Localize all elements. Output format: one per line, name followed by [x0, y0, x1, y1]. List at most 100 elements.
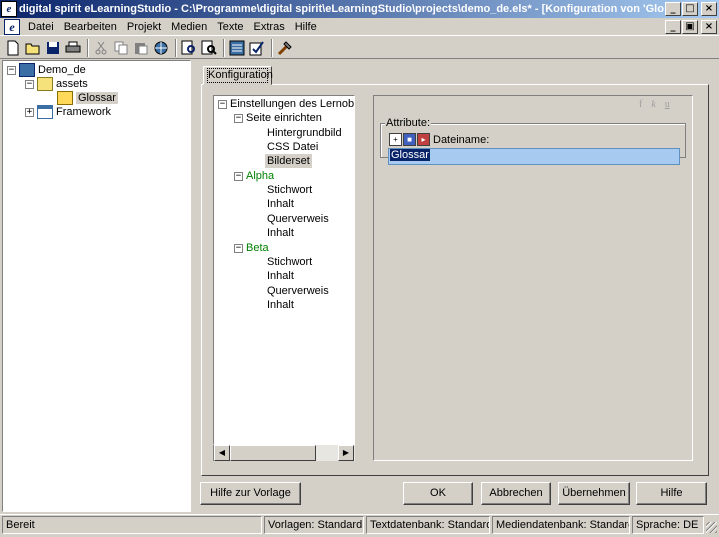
globe-icon[interactable]	[152, 39, 170, 57]
dateiname-field[interactable]: Glossar	[388, 148, 680, 165]
window-title: digital spirit eLearningStudio - C:\Prog…	[19, 3, 664, 15]
toolbar-separator	[175, 38, 177, 57]
settings-root-label: Einstellungen des Lernobjekt	[230, 98, 355, 110]
copy-icon[interactable]	[112, 39, 130, 57]
menu-hilfe[interactable]: Hilfe	[290, 21, 322, 33]
preview-search-icon[interactable]	[200, 39, 218, 57]
tools-icon[interactable]	[276, 39, 294, 57]
settings-item[interactable]: Stichwort	[267, 183, 312, 197]
mdi-restore-button[interactable]: ▣	[682, 19, 698, 34]
minimize-button[interactable]: _	[665, 2, 681, 16]
glossar-icon	[57, 91, 73, 105]
browse-file-icon[interactable]: ▸	[417, 133, 430, 146]
settings-tree-hscrollbar[interactable]: ◀ ▶	[213, 445, 355, 461]
underline-icon[interactable]: u	[665, 99, 670, 110]
scroll-left-icon[interactable]: ◀	[214, 445, 230, 461]
tree-node-demo[interactable]: − Demo_de	[7, 63, 86, 77]
ok-button[interactable]: OK	[403, 482, 473, 505]
status-language: Sprache: DE	[632, 516, 704, 534]
attribute-group-label: Attribute:	[385, 117, 432, 129]
tree-label-assets: assets	[56, 78, 88, 90]
menu-medien[interactable]: Medien	[166, 21, 212, 33]
collapse-icon[interactable]: −	[7, 65, 16, 75]
settings-item[interactable]: Querverweis	[267, 212, 329, 226]
settings-alpha[interactable]: − Alpha	[234, 169, 274, 183]
settings-item[interactable]: Inhalt	[267, 226, 294, 240]
save-file-icon[interactable]: ■	[403, 133, 416, 146]
maximize-button[interactable]: □	[682, 2, 698, 16]
settings-item[interactable]: Hintergrundbild	[267, 126, 342, 140]
mdi-close-button[interactable]: ×	[701, 19, 717, 34]
cancel-button[interactable]: Abbrechen	[481, 482, 551, 505]
check-icon[interactable]	[248, 39, 266, 57]
toolbar	[0, 37, 719, 59]
settings-tree[interactable]: −Einstellungen des Lernobjekt −Seite ein…	[213, 95, 355, 445]
menu-texte[interactable]: Texte	[212, 21, 248, 33]
page-setup-label: Seite einrichten	[246, 112, 322, 124]
settings-item[interactable]: Inhalt	[267, 298, 294, 312]
settings-beta[interactable]: − Beta	[234, 241, 269, 255]
tree-node-glossar[interactable]: Glossar	[57, 91, 118, 105]
status-text-db: Textdatenbank: Standard	[366, 516, 490, 534]
help-button[interactable]: Hilfe	[636, 482, 707, 505]
settings-item-selected[interactable]: Bilderset	[265, 154, 312, 168]
collapse-icon[interactable]: −	[234, 171, 243, 181]
apply-button[interactable]: Übernehmen	[558, 482, 630, 505]
tree-label-glossar: Glossar	[76, 92, 118, 104]
collapse-icon[interactable]: −	[218, 99, 227, 109]
tree-node-framework[interactable]: + Framework	[25, 105, 111, 119]
toolbar-separator	[271, 38, 273, 57]
settings-item[interactable]: Inhalt	[267, 269, 294, 283]
bold-icon[interactable]: f	[639, 99, 642, 110]
tree-label-framework: Framework	[56, 106, 112, 118]
project-tree[interactable]: − Demo_de − assets Glossar + Framework	[2, 60, 191, 512]
collapse-icon[interactable]: −	[234, 243, 243, 253]
preview-icon[interactable]	[180, 39, 198, 57]
new-file-icon[interactable]: +	[389, 133, 402, 146]
tree-label-demo: Demo_de	[38, 64, 86, 76]
new-icon[interactable]	[4, 39, 22, 57]
document-icon[interactable]: e	[4, 18, 20, 35]
scroll-right-icon[interactable]: ▶	[338, 445, 354, 461]
save-icon[interactable]	[44, 39, 62, 57]
settings-item[interactable]: Querverweis	[267, 284, 329, 298]
collapse-icon[interactable]: −	[234, 113, 243, 123]
menu-extras[interactable]: Extras	[249, 21, 290, 33]
expand-icon[interactable]: +	[25, 107, 34, 117]
attribute-toolbar: + ■ ▸	[389, 133, 430, 146]
paste-icon[interactable]	[132, 39, 150, 57]
settings-root[interactable]: −Einstellungen des Lernobjekt	[218, 97, 355, 111]
menu-bar: e Datei Bearbeiten Projekt Medien Texte …	[0, 18, 719, 36]
menu-datei[interactable]: Datei	[23, 21, 59, 33]
settings-item[interactable]: Stichwort	[267, 255, 312, 269]
app-icon[interactable]: e	[1, 1, 17, 17]
status-media-db: Mediendatenbank: Standard	[492, 516, 630, 534]
config-icon[interactable]	[228, 39, 246, 57]
close-button[interactable]: ×	[701, 2, 717, 16]
scroll-thumb[interactable]	[230, 445, 316, 461]
italic-icon[interactable]: k	[651, 99, 655, 110]
settings-item[interactable]: CSS Datei	[267, 140, 318, 154]
tab-konfiguration[interactable]: Konfiguration	[203, 66, 273, 85]
tab-label: Konfiguration	[207, 68, 273, 83]
tree-node-assets[interactable]: − assets	[25, 77, 88, 91]
pane-splitter[interactable]	[192, 60, 194, 512]
toolbar-separator	[223, 38, 225, 57]
print-icon[interactable]	[64, 39, 82, 57]
format-icons: fku	[630, 99, 670, 110]
open-icon[interactable]	[24, 39, 42, 57]
settings-page-setup[interactable]: − Seite einrichten	[234, 111, 322, 125]
settings-item[interactable]: Inhalt	[267, 197, 294, 211]
cut-icon[interactable]	[92, 39, 110, 57]
resize-grip-icon[interactable]	[706, 522, 717, 533]
project-icon	[19, 63, 35, 77]
collapse-icon[interactable]: −	[25, 79, 34, 89]
status-templates: Vorlagen: Standard	[264, 516, 364, 534]
mdi-minimize-button[interactable]: _	[665, 19, 681, 34]
title-bar: e digital spirit eLearningStudio - C:\Pr…	[0, 0, 719, 18]
menu-bearbeiten[interactable]: Bearbeiten	[59, 21, 122, 33]
mdi-controls: _ ▣ ×	[664, 19, 717, 34]
help-template-button[interactable]: Hilfe zur Vorlage	[200, 482, 301, 505]
framework-icon	[37, 105, 53, 119]
menu-projekt[interactable]: Projekt	[122, 21, 166, 33]
